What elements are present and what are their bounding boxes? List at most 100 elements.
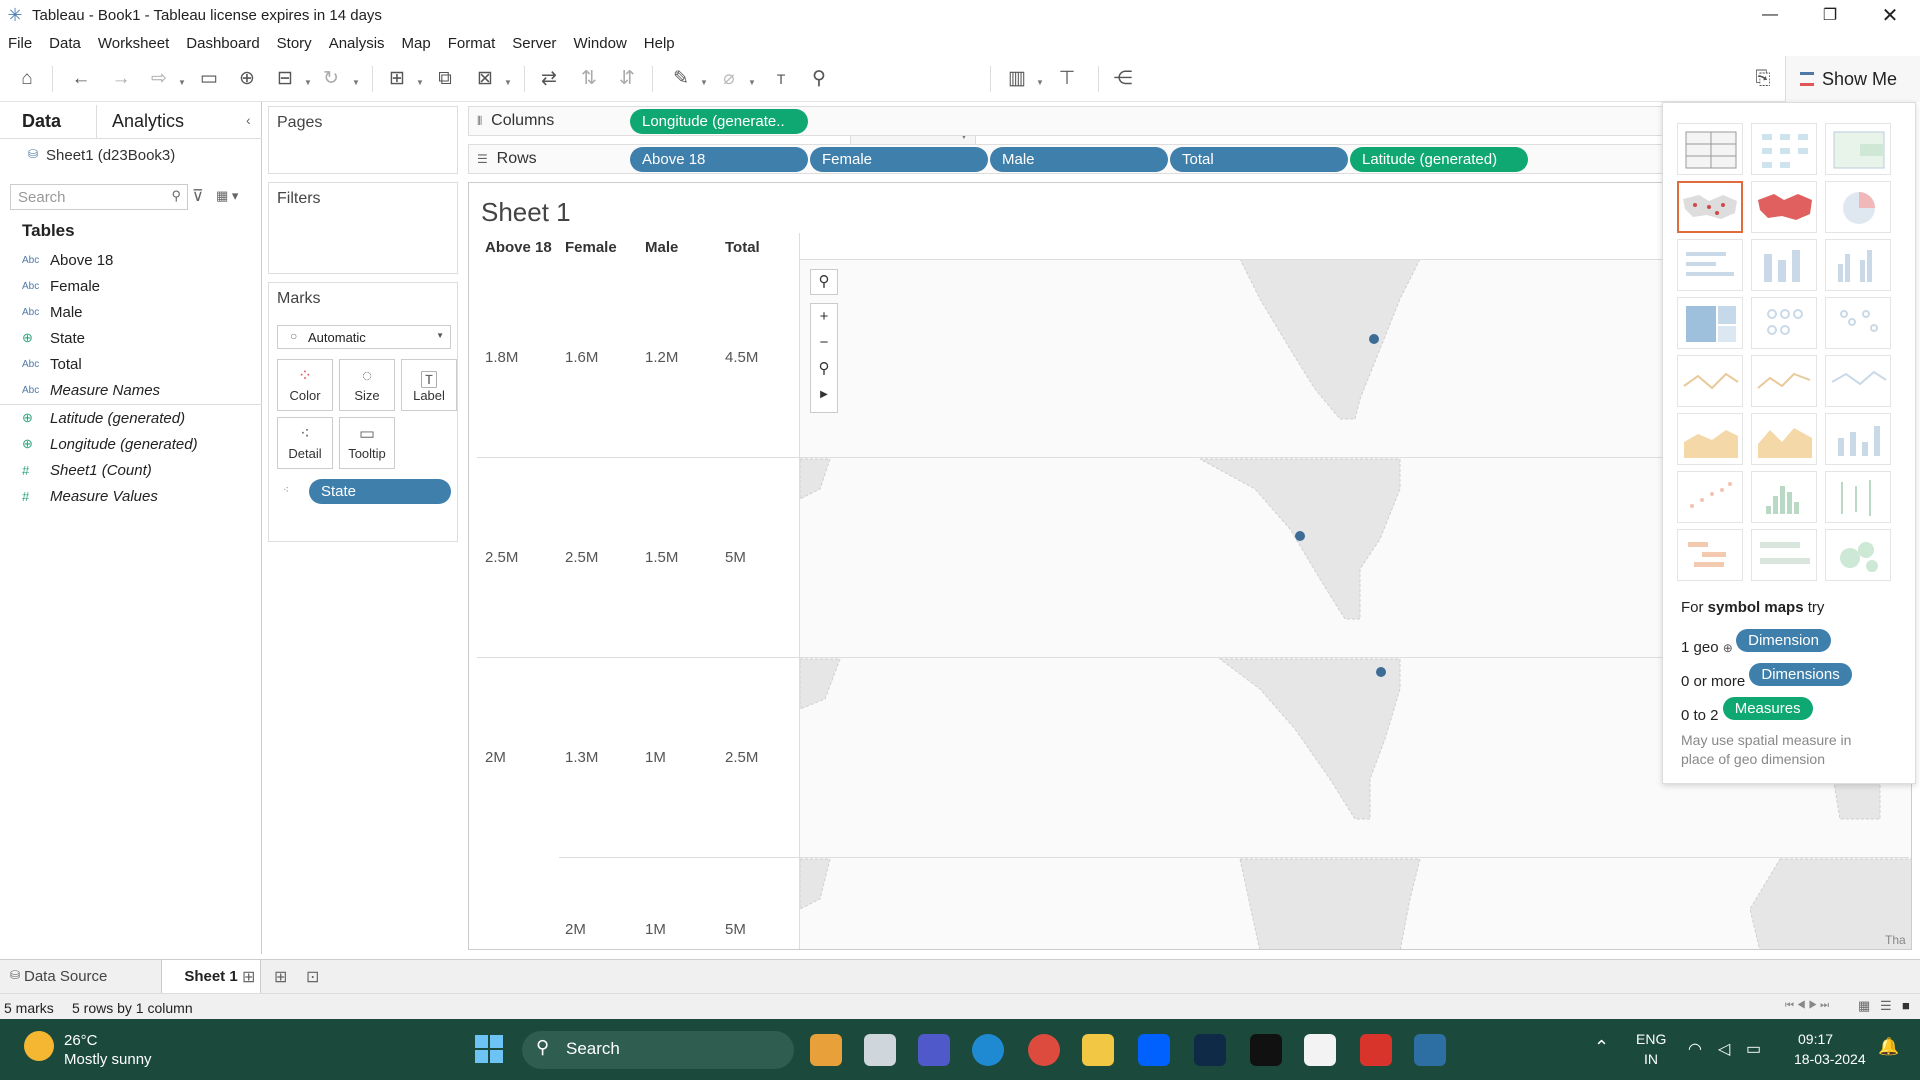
row2-female[interactable]: 2.5M [565,549,598,566]
zoom-out-icon[interactable]: − [811,330,837,356]
total-pill[interactable]: Total [1170,147,1348,172]
filters-card[interactable]: Filters [268,182,458,274]
chart-thumb-treemap[interactable] [1677,297,1743,349]
row4-male[interactable]: 1M [645,921,666,938]
dropbox-icon[interactable] [1138,1034,1170,1066]
chart-thumb-dual-lines[interactable] [1825,355,1891,407]
row1-female[interactable]: 1.6M [565,349,598,366]
chart-thumb-continuous-lines[interactable] [1677,355,1743,407]
tab-navigation-icon[interactable]: ⏮ ◀ ▶ ⏭ [1785,1000,1829,1011]
chart-thumb-filled-map[interactable] [1751,181,1817,233]
swap-rows-columns-icon[interactable]: ⇄ [536,66,562,92]
field-measure-names[interactable]: Abc Measure Names [22,378,160,402]
tab-analytics[interactable]: Analytics [112,105,184,138]
chart-thumb-text-table[interactable] [1677,123,1743,175]
sort-descending-icon[interactable]: ⇵ [614,66,640,92]
refresh-icon[interactable]: ↻ [318,66,344,92]
clear-sheet-icon[interactable]: ⊠ [472,66,498,92]
header-above-18[interactable]: Above 18 [485,239,552,256]
chart-thumb-histogram[interactable] [1751,471,1817,523]
pages-card[interactable]: Pages [268,106,458,174]
wifi-icon[interactable]: ◠ [1688,1039,1702,1059]
pin-icon[interactable]: ⚲ [811,356,837,382]
filmstrip-icon[interactable]: ☰ [1880,998,1892,1014]
chart-thumb-highlight-table[interactable] [1825,123,1891,175]
view-options-icon[interactable]: ▦ ▾ [216,188,238,204]
show-me-button[interactable]: Show Me [1785,56,1920,102]
data-source-tab[interactable]: Data Source [24,968,107,985]
format-painter-icon[interactable]: ⎘ [1750,66,1776,92]
menu-format[interactable]: Format [448,35,496,52]
clock-date[interactable]: 18-03-2024 [1794,1051,1866,1067]
tab-data[interactable]: Data [22,105,61,138]
zoom-in-icon[interactable]: + [811,304,837,330]
chart-thumb-circle-views[interactable] [1751,297,1817,349]
header-female[interactable]: Female [565,239,617,256]
chart-thumb-discrete-lines[interactable] [1751,355,1817,407]
row4-female[interactable]: 2M [565,921,586,938]
clock-time[interactable]: 09:17 [1798,1031,1833,1047]
group-icon[interactable]: ⌀ [716,66,742,92]
new-dashboard-icon[interactable]: ⊞ [274,967,287,987]
file-explorer-icon[interactable] [1082,1034,1114,1066]
task-view-icon[interactable] [864,1034,896,1066]
home-icon[interactable]: ⌂ [14,66,40,92]
replay-icon[interactable]: ⇨ [146,66,172,92]
dropdown-arrow-icon[interactable]: ▼ [1036,78,1044,87]
header-male[interactable]: Male [645,239,678,256]
menu-file[interactable]: File [8,35,32,52]
datasource-name[interactable]: Sheet1 (d23Book3) [46,147,175,164]
above-18-pill[interactable]: Above 18 [630,147,808,172]
menu-help[interactable]: Help [644,35,675,52]
chart-thumb-pie[interactable] [1825,181,1891,233]
latitude-pill[interactable]: Latitude (generated) [1350,147,1528,172]
chart-thumb-heat-map[interactable] [1751,123,1817,175]
dropdown-arrow-icon[interactable]: ▼ [304,78,312,87]
save-icon[interactable]: ▭ [196,66,222,92]
state-mark[interactable] [1295,531,1305,541]
filter-icon[interactable]: ⊽ [192,186,204,206]
dropdown-arrow-icon[interactable]: ▼ [748,78,756,87]
chart-thumb-area-discrete[interactable] [1751,413,1817,465]
field-measure-values[interactable]: # Measure Values [22,484,158,508]
new-datasource-icon[interactable]: ⊕ [234,66,260,92]
language-code[interactable]: ENG [1636,1031,1666,1047]
store-icon[interactable] [1304,1034,1336,1066]
dropdown-arrow-icon[interactable]: ▼ [504,78,512,87]
size-button[interactable]: ◌ Size [339,359,395,411]
menu-story[interactable]: Story [277,35,312,52]
tableau-taskbar-icon[interactable] [1414,1034,1446,1066]
state-mark[interactable] [1369,334,1379,344]
notification-icon[interactable]: 🔔 [1878,1037,1899,1057]
female-pill[interactable]: Female [810,147,988,172]
menu-map[interactable]: Map [402,35,431,52]
row2-above-18[interactable]: 2.5M [485,549,518,566]
sort-ascending-icon[interactable]: ⇅ [576,66,602,92]
label-button[interactable]: 🅃 Label [401,359,457,411]
copilot-icon[interactable] [810,1034,842,1066]
undo-icon[interactable]: ← [68,66,94,92]
menu-dashboard[interactable]: Dashboard [186,35,259,52]
chart-thumb-gantt[interactable] [1677,529,1743,581]
show-cards-icon[interactable]: ▥ [1004,66,1030,92]
row2-total[interactable]: 5M [725,549,746,566]
field-sheet1-count[interactable]: # Sheet1 (Count) [22,458,152,482]
weather-icon[interactable] [24,1031,54,1061]
field-longitude-generated[interactable]: ⊕ Longitude (generated) [22,432,198,456]
field-female[interactable]: Abc Female [22,274,100,298]
app-icon[interactable] [1250,1034,1282,1066]
menu-window[interactable]: Window [573,35,626,52]
longitude-pill[interactable]: Longitude (generate.. [630,109,808,134]
collapse-pane-icon[interactable]: ‹ [246,112,251,128]
menu-data[interactable]: Data [49,35,81,52]
share-icon[interactable]: ⋲ [1110,66,1136,92]
row3-male[interactable]: 1M [645,749,666,766]
weather-desc[interactable]: Mostly sunny [64,1051,152,1068]
new-story-icon[interactable]: ⊡ [306,967,319,987]
menu-analysis[interactable]: Analysis [329,35,385,52]
battery-icon[interactable]: ▭ [1746,1039,1761,1059]
sheet-sorter-icon[interactable]: ▦ [1858,998,1870,1014]
chart-thumb-packed-bubbles[interactable] [1825,529,1891,581]
field-male[interactable]: Abc Male [22,300,83,324]
weather-temp[interactable]: 26°C [64,1032,98,1049]
